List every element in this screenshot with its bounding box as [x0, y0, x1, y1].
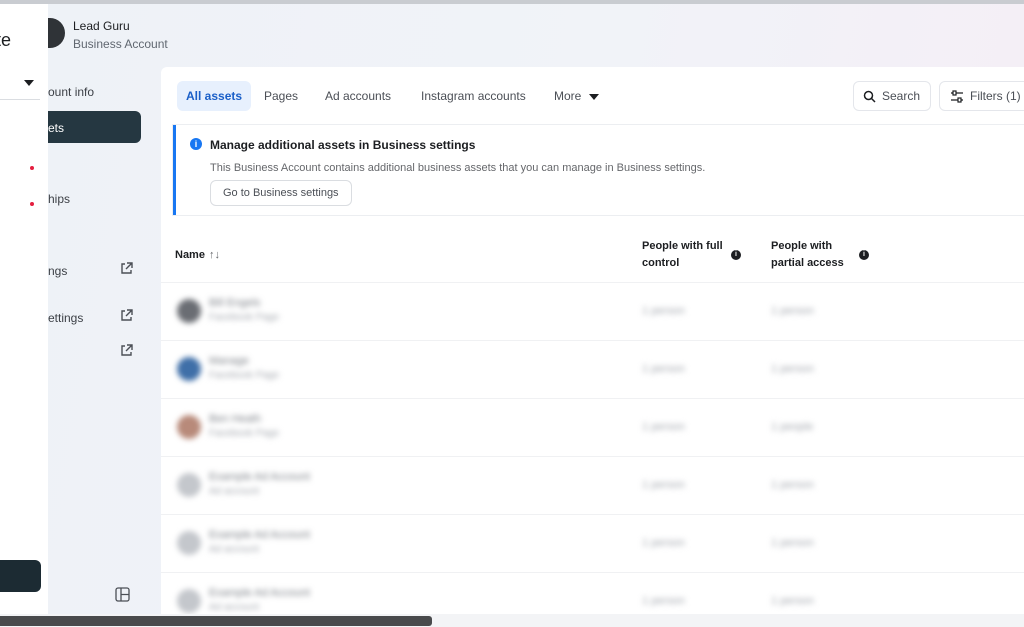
partial-access-count: 1 person [771, 479, 814, 491]
asset-name: Ben Heath [209, 413, 261, 425]
left-sidebar: te [0, 4, 48, 614]
table-row[interactable]: Example Ad Account Ad account 1 person 1 pe… [161, 514, 1024, 572]
table-header: Name ↑↓ People with full control i People… [161, 230, 1024, 282]
assets-panel: All assets Pages Ad accounts Instagram a… [161, 67, 1024, 614]
sidebar-item-settings[interactable]: ngs [48, 264, 67, 278]
asset-thumbnail [177, 415, 201, 439]
asset-thumbnail [177, 473, 201, 497]
column-header-full-control: People with full control [642, 240, 723, 269]
go-to-business-settings-button[interactable]: Go to Business settings [210, 180, 352, 206]
account-selector[interactable] [0, 70, 40, 100]
asset-name: Example Ad Account [209, 587, 310, 599]
asset-thumbnail [177, 299, 201, 323]
table-row[interactable]: Bill Engels Facebook Page 1 person 1 person [161, 282, 1024, 340]
status-bar [0, 614, 1024, 627]
full-control-count: 1 person [642, 363, 685, 375]
layout-toggle-icon[interactable] [115, 587, 130, 602]
asset-name-cell[interactable]: Example Ad Account Ad account [209, 529, 310, 555]
tab-pages[interactable]: Pages [255, 81, 307, 111]
asset-name: Example Ad Account [209, 471, 310, 483]
partial-access-count: 1 person [771, 595, 814, 607]
window-top-edge [0, 0, 1024, 4]
sidebar-primary-button[interactable] [0, 560, 41, 592]
account-name: Lead Guru [73, 19, 130, 33]
table-row[interactable]: Manage Facebook Page 1 person 1 person [161, 340, 1024, 398]
column-header-name[interactable]: Name ↑↓ [175, 247, 220, 264]
account-type: Business Account [73, 37, 168, 51]
sort-icon[interactable]: ↑↓ [209, 249, 220, 261]
asset-name-cell[interactable]: Example Ad Account Ad account [209, 471, 310, 497]
asset-type: Ad account [209, 544, 260, 555]
partial-access-count: 1 person [771, 363, 814, 375]
full-control-count: 1 person [642, 537, 685, 549]
sidebar-item-assets[interactable]: ets [48, 111, 141, 143]
notification-dot [30, 202, 34, 206]
external-link-icon[interactable] [120, 309, 133, 322]
asset-name-cell[interactable]: Ben Heath Facebook Page [209, 413, 279, 439]
sidebar-item-label: ets [48, 121, 65, 135]
search-label: Search [882, 89, 921, 103]
asset-thumbnail [177, 357, 201, 381]
full-control-count: 1 person [642, 421, 685, 433]
sidebar-item-partnerships[interactable]: hips [48, 192, 70, 206]
asset-name: Example Ad Account [209, 529, 310, 541]
tab-more[interactable]: More [545, 81, 608, 111]
filters-label: Filters (1) [970, 89, 1021, 103]
external-link-icon[interactable] [120, 344, 133, 357]
chevron-down-icon [24, 80, 34, 86]
column-header-name-label: Name [175, 249, 205, 261]
asset-name-cell[interactable]: Example Ad Account Ad account [209, 587, 310, 613]
asset-type: Facebook Page [209, 428, 280, 439]
asset-type: Facebook Page [209, 370, 280, 381]
table-row[interactable]: Ben Heath Facebook Page 1 person 1 people [161, 398, 1024, 456]
tab-more-label: More [554, 89, 582, 103]
full-control-count: 1 person [642, 595, 685, 607]
partial-access-count: 1 person [771, 537, 814, 549]
info-banner: i Manage additional assets in Business s… [173, 125, 1024, 215]
full-control-count: 1 person [642, 479, 685, 491]
partial-access-count: 1 people [771, 421, 814, 433]
banner-description: This Business Account contains additiona… [210, 162, 706, 174]
info-icon[interactable]: i [859, 250, 869, 260]
asset-name-cell[interactable]: Manage Facebook Page [209, 355, 279, 381]
table-row[interactable]: Example Ad Account Ad account 1 person 1 pe… [161, 456, 1024, 514]
asset-name-cell[interactable]: Bill Engels Facebook Page [209, 297, 279, 323]
external-link-icon[interactable] [120, 262, 133, 275]
sidebar-item-account-info[interactable]: ount info [48, 85, 94, 99]
chevron-down-icon [589, 93, 600, 100]
search-icon [863, 90, 876, 103]
full-control-count: 1 person [642, 305, 685, 317]
asset-name: Manage [209, 355, 249, 367]
tab-ad-accounts[interactable]: Ad accounts [316, 81, 400, 111]
asset-type: Ad account [209, 602, 260, 613]
column-header-partial-access: People with partial access [771, 240, 844, 269]
sidebar-item-business-settings[interactable]: ettings [48, 311, 83, 325]
partial-access-count: 1 person [771, 305, 814, 317]
tab-all-assets[interactable]: All assets [177, 81, 252, 111]
banner-title: Manage additional assets in Business set… [210, 138, 476, 152]
sliders-icon [951, 90, 963, 103]
asset-type: Facebook Page [209, 312, 280, 323]
notification-dot [30, 166, 34, 170]
asset-type: Ad account [209, 486, 260, 497]
sidebar-nav: ount info ets hips ngs ettings [48, 60, 161, 614]
asset-thumbnail [177, 531, 201, 555]
filters-button[interactable]: Filters (1) [939, 81, 1024, 111]
asset-thumbnail [177, 589, 201, 613]
info-icon: i [190, 138, 202, 150]
asset-name: Bill Engels [209, 297, 261, 309]
app-title-fragment: te [0, 30, 12, 50]
tab-instagram-accounts[interactable]: Instagram accounts [412, 81, 535, 111]
url-status-overlay [0, 616, 432, 626]
search-button[interactable]: Search [853, 81, 931, 111]
info-icon[interactable]: i [731, 250, 741, 260]
